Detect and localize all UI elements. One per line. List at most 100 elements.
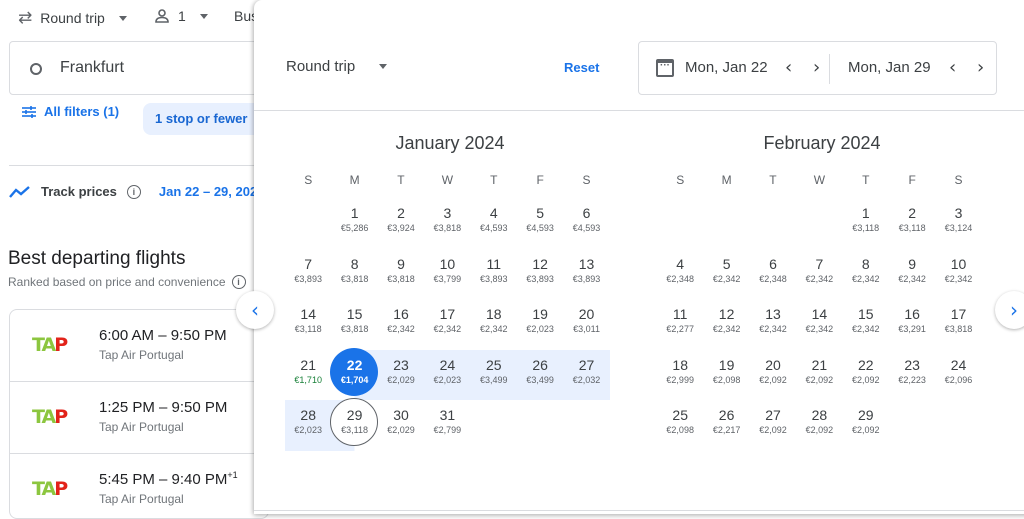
calendar-day[interactable]: 3 €3,124 [935, 198, 981, 249]
calendar-day[interactable]: 2 €3,924 [378, 198, 424, 249]
trip-type-select[interactable]: ⇄ Round trip [18, 8, 127, 28]
day-price: €1,710 [294, 374, 322, 385]
calendar-day[interactable]: 11 €2,277 [657, 299, 703, 350]
calendar-day[interactable]: 22 €2,092 [843, 350, 889, 401]
calendar-day[interactable]: 27 €2,092 [750, 400, 796, 451]
day-price: €3,124 [944, 223, 973, 233]
calendar-day[interactable]: 8 €2,342 [843, 249, 889, 300]
calendar-day[interactable]: 31 €2,799 [424, 400, 470, 451]
calendar-day[interactable]: 6 €4,593 [563, 198, 609, 249]
calendar-day[interactable]: 29 €2,092 [843, 400, 889, 451]
calendar-day[interactable]: 26 €3,499 [516, 349, 564, 400]
track-prices-label[interactable]: Track prices [41, 184, 117, 199]
calendar-day[interactable]: 8 €3,818 [331, 249, 377, 300]
calendar-day[interactable]: 2 €3,118 [889, 198, 935, 249]
day-price: €2,342 [479, 324, 508, 334]
flight-item[interactable]: TAP 1:25 PM – 9:50 PM Tap Air Portugal [10, 382, 268, 454]
calendar-day[interactable]: 7 €2,342 [796, 249, 842, 300]
calendar-day[interactable]: 13 €2,342 [750, 299, 796, 350]
calendar-day[interactable]: 5 €4,593 [517, 198, 563, 249]
calendar-day[interactable]: 25 €2,098 [657, 400, 703, 451]
day-number: 29 [857, 407, 874, 423]
calendar-day[interactable]: 12 €3,893 [517, 249, 563, 300]
calendar-day[interactable]: 20 €3,011 [563, 299, 609, 350]
day-number: 20 [765, 356, 781, 373]
calendar-day[interactable]: 21 €1,710 [285, 350, 331, 401]
calendar-day[interactable]: 25 €3,499 [470, 349, 517, 400]
day-number: 22 [346, 356, 363, 373]
calendar-day[interactable]: 23 €2,223 [889, 350, 935, 401]
calendar-day[interactable]: 30 €2,029 [378, 400, 424, 451]
calendar-day[interactable]: 10 €3,799 [424, 249, 470, 300]
day-price: €3,893 [479, 273, 508, 284]
flight-item[interactable]: TAP 6:00 AM – 9:50 PM Tap Air Portugal [10, 310, 268, 382]
day-price: €2,023 [294, 425, 322, 435]
calendar-day[interactable]: 11 €3,893 [471, 249, 517, 300]
calendar-day[interactable]: 28 €2,092 [796, 400, 842, 451]
calendar-day[interactable]: 4 €2,348 [657, 249, 703, 300]
calendar-day[interactable]: 29 €3,118 [330, 398, 379, 451]
day-number: 26 [718, 407, 735, 423]
calendar-day[interactable]: 24 €2,023 [424, 349, 471, 400]
calendar-day[interactable]: 9 €3,818 [378, 249, 424, 300]
calendar-day[interactable]: 9 €2,342 [889, 249, 935, 300]
calendar-day[interactable]: 20 €2,092 [750, 350, 796, 401]
reset-button[interactable]: Reset [564, 60, 599, 75]
calendar-day[interactable]: 17 €3,818 [935, 299, 981, 350]
return-date-field[interactable]: Mon, Jan 29 [848, 59, 931, 76]
calendar-day[interactable]: 16 €3,291 [889, 299, 935, 350]
calendar-day[interactable]: 15 €2,342 [843, 299, 889, 350]
calendar-day[interactable]: 28 €2,023 [285, 400, 332, 451]
calendar-day[interactable]: 16 €2,342 [378, 299, 424, 350]
departure-date-field[interactable]: Mon, Jan 22 [685, 59, 768, 76]
calendar-day[interactable]: 27 €2,032 [563, 349, 610, 400]
calendar-day[interactable]: 17 €2,342 [424, 299, 470, 350]
calendar-day[interactable]: 15 €3,818 [331, 299, 377, 350]
return-next-button[interactable]: › [977, 57, 984, 78]
calendar-day[interactable]: 4 €4,593 [471, 198, 517, 249]
return-prev-button[interactable]: ‹ [949, 57, 956, 78]
calendar-day[interactable]: 18 €2,999 [657, 350, 703, 401]
info-icon[interactable]: i [231, 275, 246, 289]
prev-month-button[interactable]: ‹ [236, 291, 274, 329]
day-price: €2,348 [666, 273, 694, 284]
flight-item[interactable]: TAP 5:45 PM – 9:40 PM+1 Tap Air Portugal [10, 454, 268, 518]
day-number: 15 [346, 306, 363, 322]
info-icon[interactable]: i [126, 184, 141, 199]
day-price: €3,118 [294, 324, 322, 334]
passengers-select[interactable]: 1 [154, 8, 208, 24]
calendar-day[interactable]: 24 €2,096 [935, 350, 981, 401]
calendar-day[interactable]: 18 €2,342 [471, 299, 517, 350]
empty-cell [285, 198, 331, 249]
chevron-left-icon: ‹ [251, 298, 259, 322]
flight-list: TAP 6:00 AM – 9:50 PM Tap Air Portugal T… [9, 309, 269, 519]
calendar-day[interactable]: 1 €3,118 [843, 198, 889, 249]
calendar-day[interactable]: 10 €2,342 [935, 249, 981, 300]
calendar-day[interactable]: 13 €3,893 [563, 249, 609, 300]
calendar-day[interactable]: 6 €2,348 [750, 249, 796, 300]
departure-next-button[interactable]: › [813, 57, 820, 78]
calendar-day[interactable]: 7 €3,893 [285, 249, 331, 300]
calendar-day[interactable]: 26 €2,217 [703, 400, 749, 451]
calendar-day[interactable]: 23 €2,029 [377, 349, 425, 400]
calendar-day[interactable]: 1 €5,286 [331, 198, 377, 249]
day-price: €2,217 [712, 425, 741, 435]
calendar-day[interactable]: 14 €2,342 [796, 299, 842, 350]
calendar-day[interactable]: 14 €3,118 [285, 299, 331, 350]
calendar-day[interactable]: 22 €1,704 [330, 347, 379, 400]
calendar-day[interactable]: 21 €2,092 [796, 350, 842, 401]
day-number: 28 [811, 407, 828, 423]
day-price: €3,118 [898, 223, 926, 233]
day-number: 17 [950, 306, 967, 322]
picker-trip-type-select[interactable]: Round trip [286, 58, 388, 75]
calendar-day[interactable]: 19 €2,023 [517, 299, 563, 350]
calendar-day[interactable]: 3 €3,818 [424, 198, 470, 249]
chevron-down-icon [379, 64, 388, 69]
day-number: 3 [443, 205, 452, 221]
origin-input[interactable]: Frankfurt [9, 41, 289, 95]
all-filters-button[interactable]: All filters (1) [22, 104, 119, 119]
calendar-day[interactable]: 19 €2,098 [703, 350, 749, 401]
calendar-day[interactable]: 12 €2,342 [703, 299, 749, 350]
calendar-day[interactable]: 5 €2,342 [703, 249, 749, 300]
departure-prev-button[interactable]: ‹ [785, 57, 792, 78]
